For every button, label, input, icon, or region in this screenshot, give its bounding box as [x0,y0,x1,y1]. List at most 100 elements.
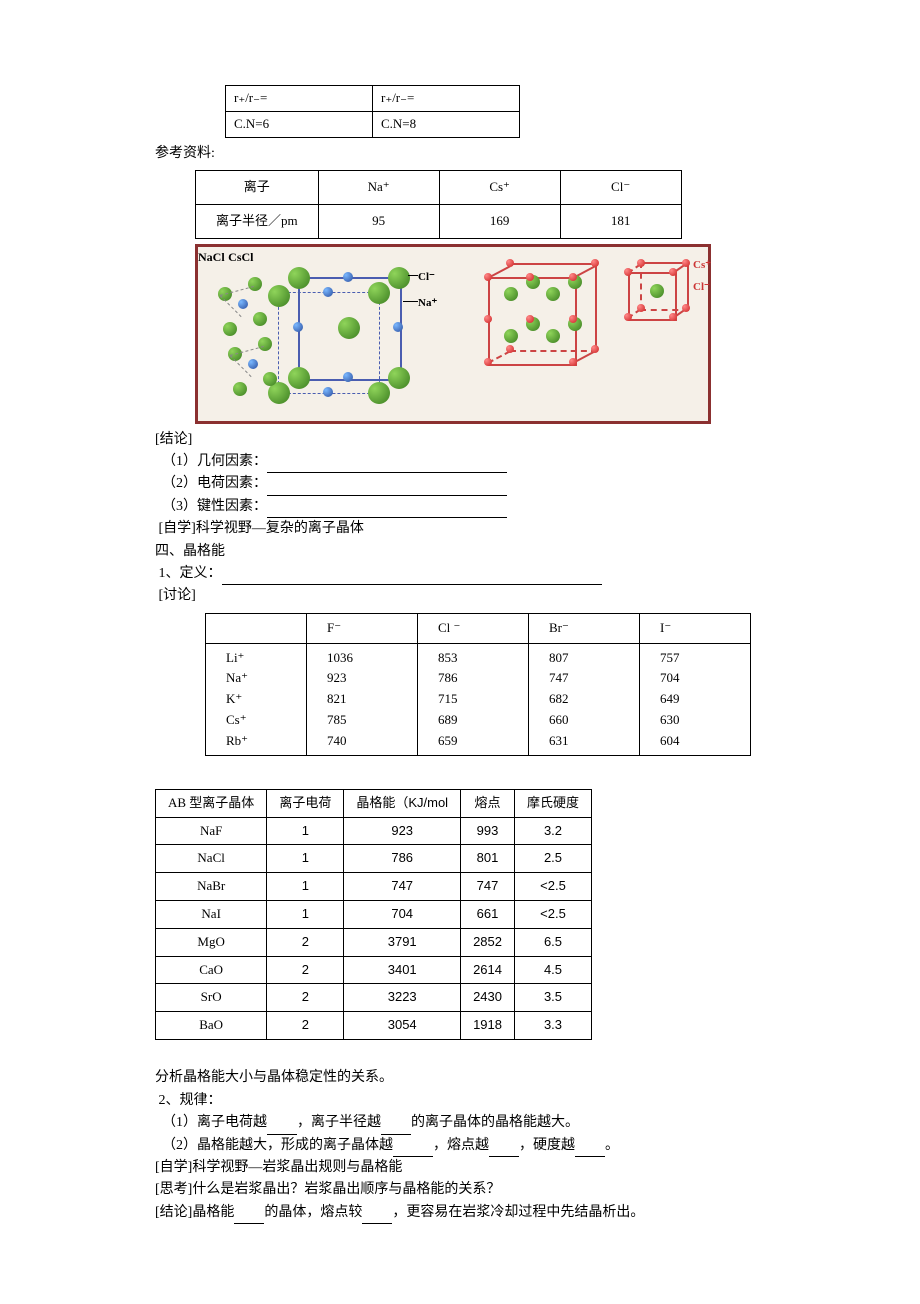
cell: 786 [344,845,461,873]
h-compound: AB 型离子晶体 [156,789,267,817]
txt: ，离子半径越 [297,1115,381,1130]
txt: 的离子晶体的晶格能越大。 [411,1115,579,1130]
cell: 2852 [461,928,515,956]
ab-ionic-crystal-table: AB 型离子晶体 离子电荷 晶格能（KJ/mol 熔点 摩氏硬度 NaF1923… [155,789,592,1040]
f-col: 1036 923 821 785 740 [307,643,418,756]
ratio-cell: r₊/r₋= [226,86,373,112]
cn-cell: C.N=8 [373,111,520,137]
analysis-text: 分析晶格能大小与晶体稳定性的关系。 [155,1067,765,1089]
cell: CaO [156,956,267,984]
txt: （1）离子电荷越 [162,1115,267,1130]
table-row: NaI1704661<2.5 [156,901,592,929]
header-radius: 离子半径／pm [196,204,319,238]
cell: 660 [549,710,619,731]
cell: 659 [438,731,508,752]
blank [234,1209,264,1224]
header-cl: Cl ⁻ [418,613,529,643]
self-study-1: [自学]科学视野—复杂的离子晶体 [155,518,765,540]
header-cl: Cl⁻ [560,170,681,204]
table-row: r₊/r₋= r₊/r₋= [226,86,520,112]
cell: 747 [549,668,619,689]
ionic-radius-table: 离子 Na⁺ Cs⁺ Cl⁻ 离子半径／pm 95 169 181 [195,170,682,239]
row-cs: Cs⁺ [226,710,286,731]
cell: NaF [156,817,267,845]
blank-line [267,458,507,473]
table-row: NaCl17868012.5 [156,845,592,873]
ratio-cn-table: r₊/r₋= r₊/r₋= C.N=6 C.N=8 [225,85,520,138]
cell: 2614 [461,956,515,984]
header-f: F⁻ [307,613,418,643]
blank-line [222,570,602,585]
txt: ，更容易在岩浆冷却过程中先结晶析出。 [392,1205,644,1220]
definition-line: 1、定义： [155,563,765,585]
factor-2-label: （2）电荷因素： [162,476,267,491]
cell: 630 [660,710,730,731]
cell: 704 [344,901,461,929]
cell: <2.5 [514,901,591,929]
cl-label: Cl⁻ [418,269,435,287]
cs-label: Cs⁺ [693,257,711,275]
cscl-structure: Cs⁺ Cl⁻ [478,257,698,397]
cell: 631 [549,731,619,752]
cell: 2 [267,956,344,984]
row-na: Na⁺ [226,668,286,689]
row-li: Li⁺ [226,648,286,669]
table-row: NaBr1747747<2.5 [156,873,592,901]
rules-heading: 2、规律： [155,1090,765,1112]
cell: 993 [461,817,515,845]
cell: 2 [267,1012,344,1040]
self-study-text: [自学]科学视野—复杂的离子晶体 [159,521,364,536]
cell: 3.3 [514,1012,591,1040]
cell: 801 [461,845,515,873]
txt: ，硬度越 [519,1138,575,1153]
cell: NaCl [156,845,267,873]
ratio-cell: r₊/r₋= [373,86,520,112]
cell: 786 [438,668,508,689]
factor-line-1: （1）几何因素： [155,451,765,473]
think-prompt: [思考]什么是岩浆晶出？岩浆晶出顺序与晶格能的关系？ [155,1179,765,1201]
nacl-structure: Cl⁻ Na⁺ [208,257,468,397]
cell: SrO [156,984,267,1012]
h-charge: 离子电荷 [267,789,344,817]
crystal-structure-diagram: Cl⁻ Na⁺ [195,244,711,424]
cell: 2430 [461,984,515,1012]
cell: 785 [327,710,397,731]
row-rb: Rb⁺ [226,731,286,752]
rule-1: （1）离子电荷越 ，离子半径越 的离子晶体的晶格能越大。 [155,1112,765,1134]
cell: 747 [344,873,461,901]
header-br: Br⁻ [529,613,640,643]
section-4-heading: 四、晶格能 [155,541,765,563]
cell: 853 [438,648,508,669]
blank [393,1142,433,1157]
txt: [结论]晶格能 [155,1205,234,1220]
cell: 1 [267,817,344,845]
h-mp: 熔点 [461,789,515,817]
cl-label-2: Cl⁻ [693,279,710,297]
table-header-row: AB 型离子晶体 离子电荷 晶格能（KJ/mol 熔点 摩氏硬度 [156,789,592,817]
blank [267,1120,297,1135]
reference-label: 参考资料: [155,143,765,165]
factor-1-label: （1）几何因素： [162,454,267,469]
table-row: CaO2340126144.5 [156,956,592,984]
blank [489,1142,519,1157]
blank-line [267,481,507,496]
header-na: Na⁺ [318,170,439,204]
cell: NaI [156,901,267,929]
cell: 3054 [344,1012,461,1040]
rule-2: （2）晶格能越大，形成的离子晶体越，熔点越，硬度越。 [155,1135,765,1157]
cell: 682 [549,689,619,710]
blank [575,1142,605,1157]
value-cl: 181 [560,204,681,238]
table-row: BaO2305419183.3 [156,1012,592,1040]
header-cs: Cs⁺ [439,170,560,204]
cell: NaBr [156,873,267,901]
cell: <2.5 [514,873,591,901]
br-col: 807 747 682 660 631 [529,643,640,756]
h-energy: 晶格能（KJ/mol [344,789,461,817]
cell: 923 [344,817,461,845]
factor-3-label: （3）键性因素： [162,499,267,514]
conclusion-2: [结论]晶格能的晶体，熔点较，更容易在岩浆冷却过程中先结晶析出。 [155,1202,765,1224]
cell: 1 [267,901,344,929]
table-row: NaF19239933.2 [156,817,592,845]
cell: 704 [660,668,730,689]
